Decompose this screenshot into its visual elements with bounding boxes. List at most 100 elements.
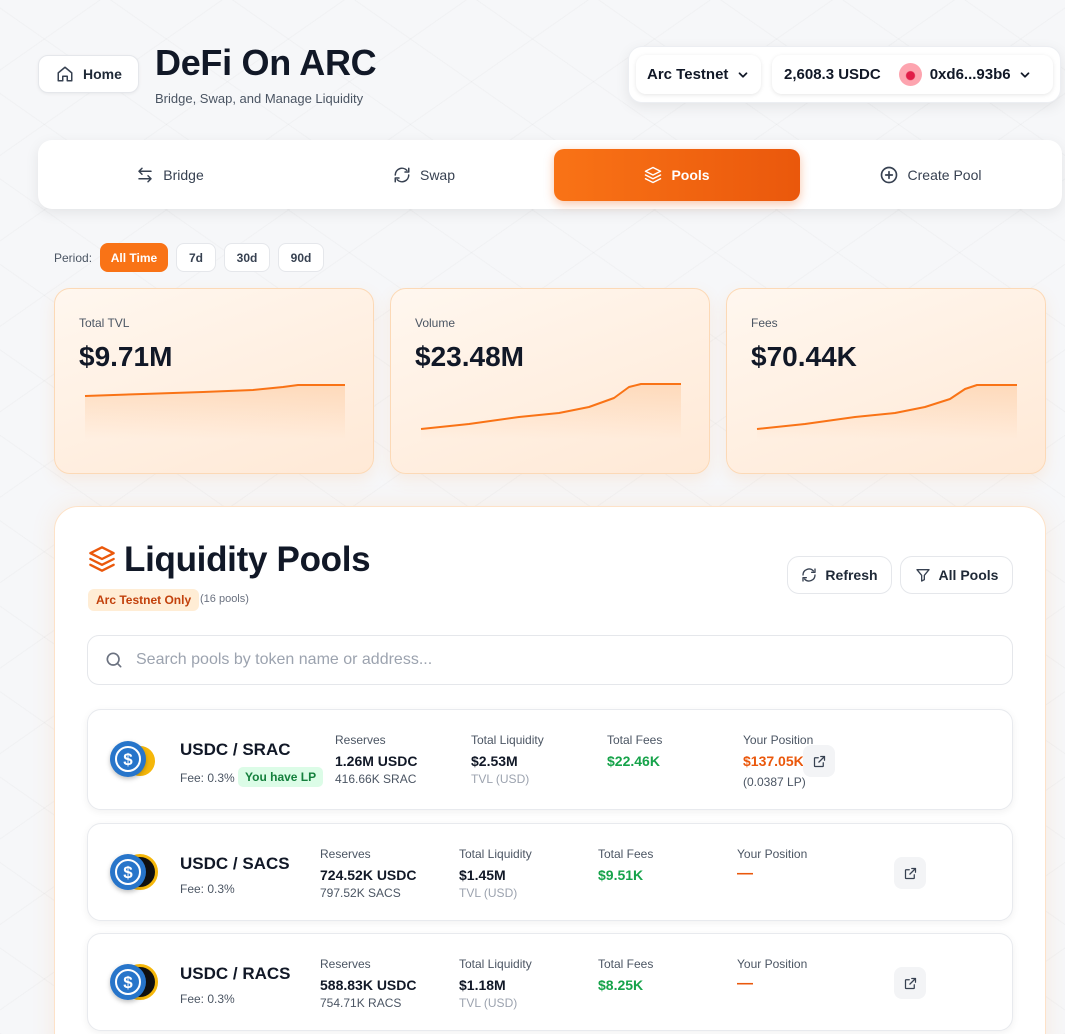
svg-text:$: $ — [123, 863, 133, 882]
filter-icon — [915, 567, 931, 583]
refresh-label: Refresh — [825, 567, 878, 583]
position-label: Your Position — [737, 847, 808, 861]
plus-circle-icon — [879, 165, 899, 185]
fee-label: Fee: 0.3% — [180, 992, 235, 1006]
open-pool-button[interactable] — [894, 857, 926, 889]
tab-bridge[interactable]: Bridge — [46, 149, 294, 201]
position-label: Your Position — [737, 957, 808, 971]
period-90d[interactable]: 90d — [278, 243, 324, 272]
liquidity-value: $2.53M — [471, 753, 518, 769]
fees-value: $8.25K — [598, 977, 644, 993]
position-value: — — [737, 975, 753, 992]
liquidity-label: Total Liquidity — [459, 957, 532, 971]
layers-icon — [644, 166, 662, 184]
reserve-a: 588.83K USDC — [320, 977, 417, 993]
refresh-icon — [801, 567, 817, 583]
reserves-label: Reserves — [335, 733, 386, 747]
filter-button[interactable]: All Pools — [900, 556, 1013, 594]
liquidity-value: $1.45M — [459, 867, 506, 883]
avatar — [898, 63, 922, 86]
tab-bridge-label: Bridge — [163, 167, 204, 183]
pair-name: USDC / SACS — [180, 854, 290, 873]
reserve-b: 754.71K RACS — [320, 996, 402, 1010]
tab-create-pool[interactable]: Create Pool — [806, 149, 1054, 201]
pool-count: (16 pools) — [200, 593, 249, 605]
stat-label: Fees — [751, 316, 778, 330]
stat-label: Volume — [415, 316, 456, 330]
open-pool-button[interactable] — [803, 745, 835, 777]
search-input[interactable] — [136, 651, 1012, 669]
stat-label: Total TVL — [79, 316, 130, 330]
pools-title: Liquidity Pools — [124, 540, 371, 579]
network-badge: Arc Testnet Only — [88, 589, 200, 611]
refresh-icon — [393, 166, 411, 184]
pair-name: USDC / SRAC — [180, 740, 291, 759]
usdc-icon: $ — [110, 741, 146, 777]
period-all-time[interactable]: All Time — [100, 243, 168, 272]
fees-label: Total Fees — [598, 847, 654, 861]
stat-value: $70.44K — [751, 341, 857, 372]
pool-row-usdc-sacs[interactable]: $ USDC / SACS Fee: 0.3% Reserves 724.52K… — [87, 823, 1013, 921]
account-button[interactable]: 2,608.3 USDC 0xd6...93b6 — [772, 55, 1053, 94]
search-bar — [87, 635, 1013, 685]
wallet-address: 0xd6...93b6 — [929, 66, 1011, 83]
refresh-button[interactable]: Refresh — [787, 556, 892, 594]
usdc-icon: $ — [110, 964, 146, 1000]
open-pool-button[interactable] — [894, 967, 926, 999]
svg-text:$: $ — [123, 973, 133, 992]
reserve-b: 416.66K SRAC — [335, 772, 417, 786]
pool-row-usdc-racs[interactable]: $ USDC / RACS Fee: 0.3% Reserves 588.83K… — [87, 933, 1013, 1031]
position-value: $137.05K — [743, 753, 804, 769]
liquidity-value: $1.18M — [459, 977, 506, 993]
fees-value: $22.46K — [607, 753, 660, 769]
period-label: Period: — [54, 251, 93, 265]
home-button[interactable]: Home — [38, 55, 139, 93]
tab-swap-label: Swap — [419, 167, 456, 183]
external-link-icon — [812, 754, 827, 769]
pair-name: USDC / RACS — [180, 964, 291, 983]
stat-card-volume: Volume $23.48M — [390, 288, 710, 474]
fee-label: Fee: 0.3% — [180, 882, 235, 896]
swap-arrows-icon — [136, 166, 154, 184]
stat-card-fees: Fees $70.44K — [726, 288, 1046, 474]
period-7d[interactable]: 7d — [176, 243, 216, 272]
tvl-note: TVL (USD) — [459, 996, 518, 1010]
fees-label: Total Fees — [598, 957, 654, 971]
home-icon — [56, 65, 74, 83]
tab-pools[interactable]: Pools — [554, 149, 800, 201]
tvl-note: TVL (USD) — [471, 772, 530, 786]
period-30d[interactable]: 30d — [224, 243, 270, 272]
network-selector[interactable]: Arc Testnet — [636, 55, 761, 94]
external-link-icon — [903, 866, 918, 881]
reserves-label: Reserves — [320, 847, 371, 861]
reserve-a: 724.52K USDC — [320, 867, 417, 883]
position-value: — — [737, 865, 753, 882]
svg-text:$: $ — [123, 750, 133, 769]
reserves-label: Reserves — [320, 957, 371, 971]
app-title: DeFi On ARC — [155, 42, 377, 83]
usdc-icon: $ — [110, 854, 146, 890]
stat-value: $9.71M — [79, 341, 173, 372]
fees-sparkline — [756, 384, 1017, 439]
liquidity-label: Total Liquidity — [459, 847, 532, 861]
pool-row-usdc-srac[interactable]: $ USDC / SRAC Fee: 0.3% You have LP Rese… — [87, 709, 1013, 810]
app-subtitle: Bridge, Swap, and Manage Liquidity — [155, 91, 364, 106]
chevron-down-icon — [1018, 68, 1032, 82]
tab-pools-label: Pools — [671, 167, 710, 183]
reserve-a: 1.26M USDC — [335, 753, 418, 769]
tab-swap[interactable]: Swap — [300, 149, 548, 201]
chevron-down-icon — [736, 68, 750, 82]
layers-icon — [88, 545, 116, 573]
wallet-balance: 2,608.3 USDC — [784, 66, 881, 83]
tvl-sparkline — [84, 384, 345, 439]
home-label: Home — [83, 66, 122, 82]
tvl-note: TVL (USD) — [459, 886, 518, 900]
liquidity-label: Total Liquidity — [471, 733, 544, 747]
fees-value: $9.51K — [598, 867, 644, 883]
fees-label: Total Fees — [607, 733, 663, 747]
lp-badge: You have LP — [238, 767, 324, 787]
network-label: Arc Testnet — [647, 66, 729, 83]
position-label: Your Position — [743, 733, 814, 747]
tab-create-pool-label: Create Pool — [907, 167, 982, 183]
external-link-icon — [903, 976, 918, 991]
